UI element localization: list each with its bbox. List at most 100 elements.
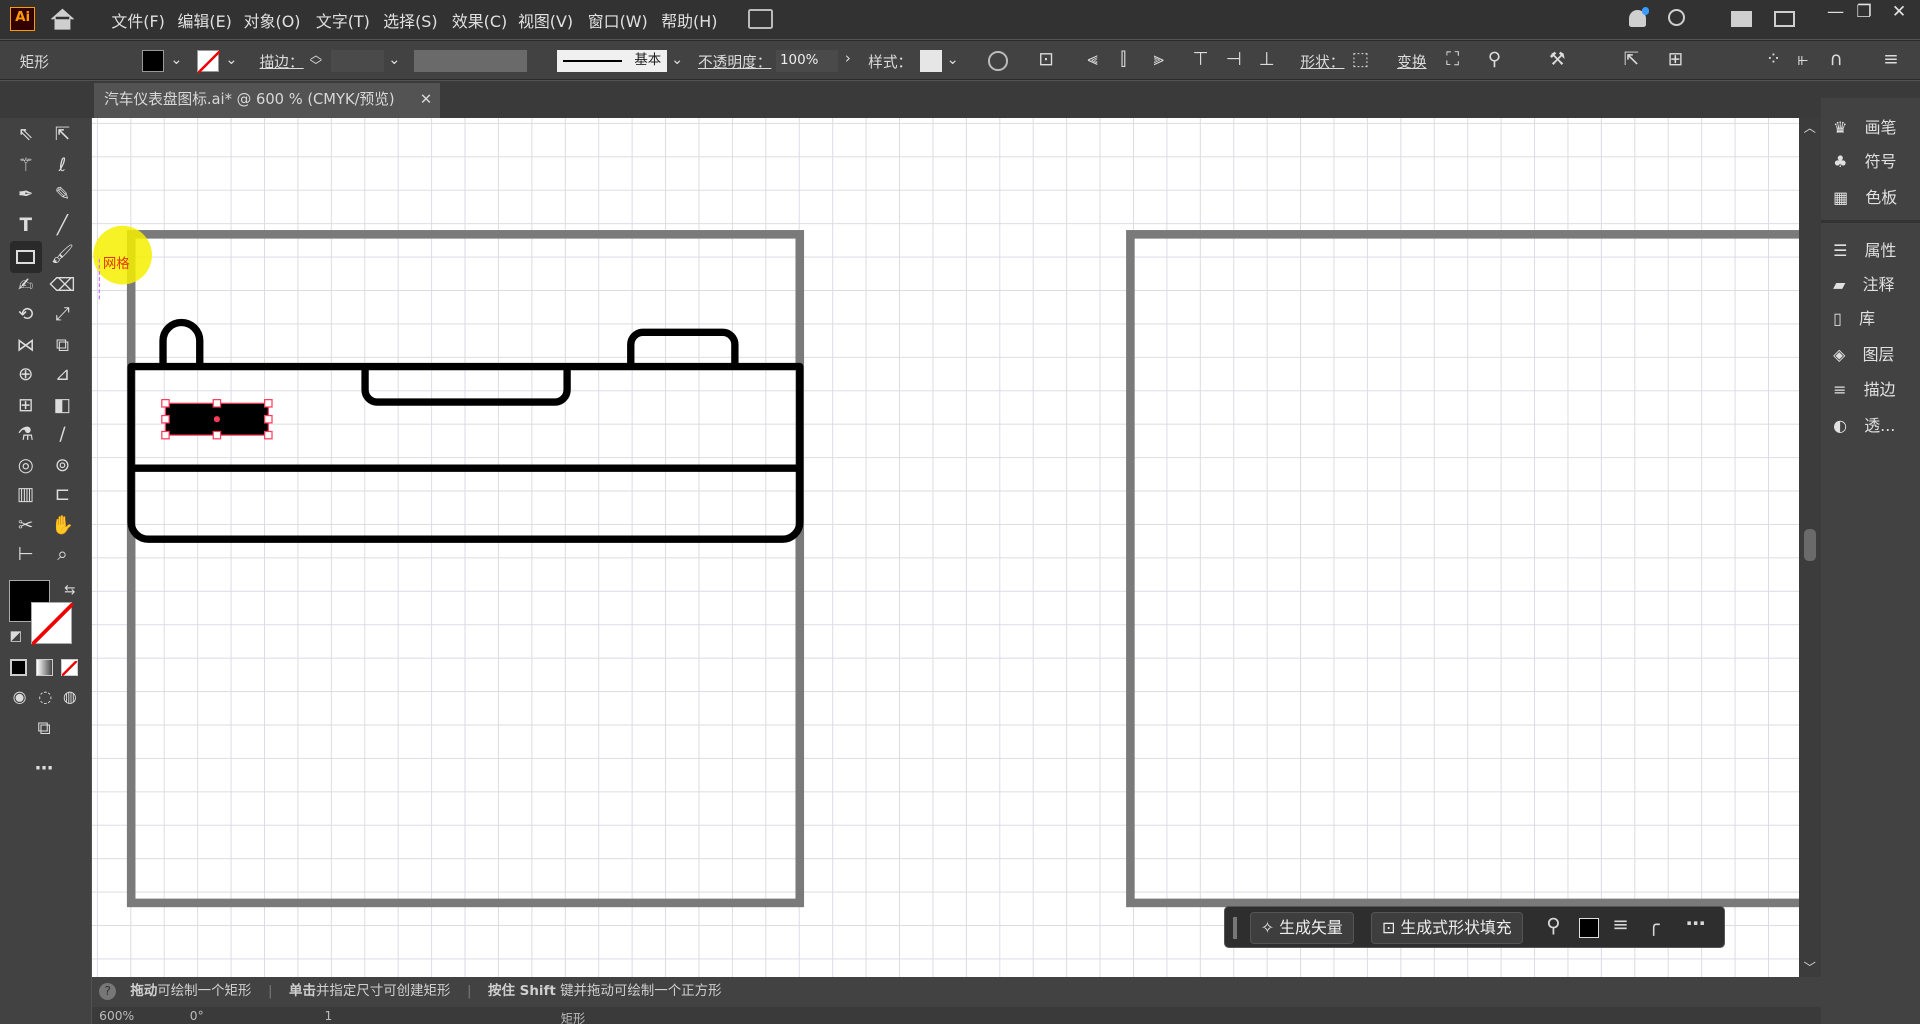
grid-layout-icon[interactable]: ⁘ bbox=[1766, 49, 1781, 70]
workspace-icon[interactable] bbox=[1731, 11, 1753, 27]
scroll-down-icon[interactable]: ﹀ bbox=[1804, 958, 1816, 976]
direct-selection-tool-icon[interactable]: ⇱ bbox=[49, 122, 76, 149]
opacity-field[interactable]: 100% bbox=[776, 49, 838, 72]
fill-dropdown-icon[interactable]: ⌄ bbox=[170, 51, 182, 68]
panel-swatches[interactable]: ▦ 色板 bbox=[1833, 185, 1897, 208]
menu-select[interactable]: 选择(S) bbox=[383, 9, 437, 32]
mesh-tool-icon[interactable]: ⊞ bbox=[12, 393, 39, 420]
opacity-arrow-icon[interactable]: › bbox=[845, 50, 851, 67]
panel-properties[interactable]: ☰ 属性 bbox=[1833, 238, 1896, 261]
magic-wand-tool-icon[interactable]: ⚚ bbox=[12, 153, 39, 180]
draw-inside-icon[interactable]: ◍ bbox=[56, 684, 83, 711]
panel-transparency[interactable]: ◐ 透... bbox=[1833, 413, 1895, 436]
swap-colors-icon[interactable]: ⇆ bbox=[56, 578, 83, 605]
scale-tool-icon[interactable]: ⤢ bbox=[49, 302, 76, 329]
panel-brushes[interactable]: ♛ 画笔 bbox=[1833, 115, 1896, 138]
stroke-weight-dropdown-icon[interactable]: ⌄ bbox=[388, 51, 400, 68]
taskbar-grip-icon[interactable] bbox=[1232, 916, 1237, 939]
rotate-field[interactable]: 0° bbox=[190, 1009, 204, 1023]
blend-tool-icon[interactable]: ◎ bbox=[12, 453, 39, 480]
stroke-label[interactable]: 描边： bbox=[260, 51, 304, 72]
fill-swatch[interactable] bbox=[142, 49, 165, 72]
align-hcenter-icon[interactable]: ⫿ bbox=[1120, 49, 1126, 70]
image-trace-icon[interactable]: ⊞ bbox=[1668, 49, 1683, 70]
artboard-tool-icon[interactable]: ⊏ bbox=[49, 482, 76, 509]
help-icon[interactable]: ? bbox=[99, 983, 117, 1001]
shape-builder-icon[interactable]: ⚲ bbox=[1488, 49, 1501, 70]
perspective-grid-tool-icon[interactable]: ⊿ bbox=[49, 362, 76, 389]
style-dropdown-icon[interactable]: ⌄ bbox=[947, 51, 959, 68]
generate-vector-button[interactable]: ✧ 生成矢量 bbox=[1249, 912, 1354, 944]
panel-stroke[interactable]: ≡ 描边 bbox=[1833, 377, 1895, 400]
free-transform-tool-icon[interactable]: ⧉ bbox=[49, 333, 76, 360]
stroke-style-dropdown-icon[interactable]: ⌄ bbox=[671, 51, 683, 68]
default-colors-icon[interactable]: ◩ bbox=[2, 624, 29, 651]
none-mode-icon[interactable] bbox=[61, 658, 79, 677]
align-top-icon[interactable]: ⊤ bbox=[1193, 49, 1209, 70]
document-tab[interactable]: 汽车仪表盘图标.ai* @ 600 % (CMYK/预览) ✕ bbox=[94, 83, 440, 118]
hand-tool-icon[interactable]: ✋ bbox=[49, 513, 76, 540]
gradient-mode-icon[interactable] bbox=[35, 658, 53, 676]
search-icon[interactable] bbox=[1667, 8, 1685, 26]
lasso-tool-icon[interactable]: ℓ bbox=[49, 153, 76, 180]
scroll-thumb[interactable] bbox=[1803, 528, 1816, 561]
type-tool-icon[interactable]: T bbox=[12, 213, 39, 240]
align-bottom-icon[interactable]: ⊥ bbox=[1259, 49, 1275, 70]
menu-window[interactable]: 窗口(W) bbox=[588, 9, 648, 32]
canvas[interactable]: 网格 ✧ 生成矢量 ⊡ 生成式形状填充 ⚲ ≡ ╭ ⋯ bbox=[91, 117, 1799, 978]
rectangle-tool-icon[interactable] bbox=[9, 241, 42, 274]
tab-close-icon[interactable]: ✕ bbox=[420, 83, 432, 117]
more-options-icon[interactable]: ⋯ bbox=[1686, 912, 1706, 935]
align-vcenter-icon[interactable]: ⊣ bbox=[1226, 49, 1242, 70]
menu-edit[interactable]: 编辑(E) bbox=[178, 9, 232, 32]
transform-label[interactable]: 变换 bbox=[1397, 51, 1426, 72]
generative-fill-button[interactable]: ⊡ 生成式形状填充 bbox=[1371, 912, 1523, 944]
vertical-scrollbar[interactable]: ︿ ﹀ bbox=[1798, 117, 1821, 978]
shape-label[interactable]: 形状： bbox=[1300, 51, 1344, 72]
align-right-icon[interactable]: ⫸ bbox=[1153, 49, 1163, 70]
close-icon[interactable]: ✕ bbox=[1892, 2, 1906, 22]
stroke-style-field[interactable]: 基本 bbox=[557, 49, 668, 72]
recolor-icon[interactable] bbox=[988, 51, 1008, 71]
panel-layers[interactable]: ◈ 图层 bbox=[1833, 342, 1894, 365]
slice-tool-icon[interactable]: ✂ bbox=[12, 513, 39, 540]
align-panel-icon[interactable]: ⫦ bbox=[1798, 49, 1808, 70]
menu-effect[interactable]: 效果(C) bbox=[452, 9, 507, 32]
menu-object[interactable]: 对象(O) bbox=[244, 9, 301, 32]
stroke-swatch[interactable] bbox=[197, 49, 222, 74]
rotate-tool-icon[interactable]: ⟲ bbox=[12, 302, 39, 329]
shape-builder-tool-icon[interactable]: ⊕ bbox=[12, 362, 39, 389]
export-icon[interactable]: ⇱ bbox=[1624, 49, 1639, 70]
stroke-weight-field[interactable] bbox=[330, 49, 385, 72]
symbol-sprayer-tool-icon[interactable]: ⊚ bbox=[49, 453, 76, 480]
column-graph-tool-icon[interactable]: ▥ bbox=[12, 482, 39, 509]
fill-color-icon[interactable] bbox=[1579, 918, 1599, 938]
eraser-tool-icon[interactable]: ⌫ bbox=[49, 273, 76, 300]
stroke-stepper[interactable]: ︿ ﹀ bbox=[310, 49, 322, 72]
color-mode-icon[interactable] bbox=[9, 658, 27, 676]
shaper-tool-icon[interactable]: ✍ bbox=[12, 273, 39, 300]
artboard-nav-field[interactable]: 1 bbox=[324, 1009, 332, 1023]
stroke-weight-icon[interactable]: ≡ bbox=[1612, 913, 1628, 936]
scroll-up-icon[interactable]: ︿ bbox=[1804, 118, 1816, 136]
pen-icon[interactable]: ⚲ bbox=[1546, 914, 1560, 937]
zoom-tool-icon[interactable]: ⌕ bbox=[49, 542, 76, 569]
measure-tool-icon[interactable]: ∕ bbox=[49, 422, 76, 449]
home-icon[interactable] bbox=[49, 7, 76, 31]
rotate-view-tool-icon[interactable]: ⊢ bbox=[12, 542, 39, 569]
draw-normal-icon[interactable]: ◉ bbox=[6, 684, 33, 711]
curvature-tool-icon[interactable]: ✎ bbox=[49, 182, 76, 209]
minimize-icon[interactable]: — bbox=[1827, 2, 1844, 22]
menu-type[interactable]: 文字(T) bbox=[316, 9, 370, 32]
panel-menu-icon[interactable]: ≡ bbox=[1883, 49, 1898, 70]
corner-radius-icon[interactable]: ╭ bbox=[1648, 913, 1660, 936]
align-left-icon[interactable]: ⫷ bbox=[1087, 49, 1097, 70]
pen-tool-icon[interactable]: ✒ bbox=[12, 182, 39, 209]
panel-comments[interactable]: ▰ 注释 bbox=[1833, 272, 1894, 295]
panel-symbols[interactable]: ♣ 符号 bbox=[1833, 149, 1896, 172]
draw-behind-icon[interactable]: ◌ bbox=[32, 684, 59, 711]
style-swatch[interactable] bbox=[919, 49, 942, 72]
selection-tool-icon[interactable]: ⇖ bbox=[12, 122, 39, 149]
line-tool-icon[interactable]: ╱ bbox=[49, 213, 76, 240]
stroke-dropdown-icon[interactable]: ⌄ bbox=[225, 51, 237, 68]
